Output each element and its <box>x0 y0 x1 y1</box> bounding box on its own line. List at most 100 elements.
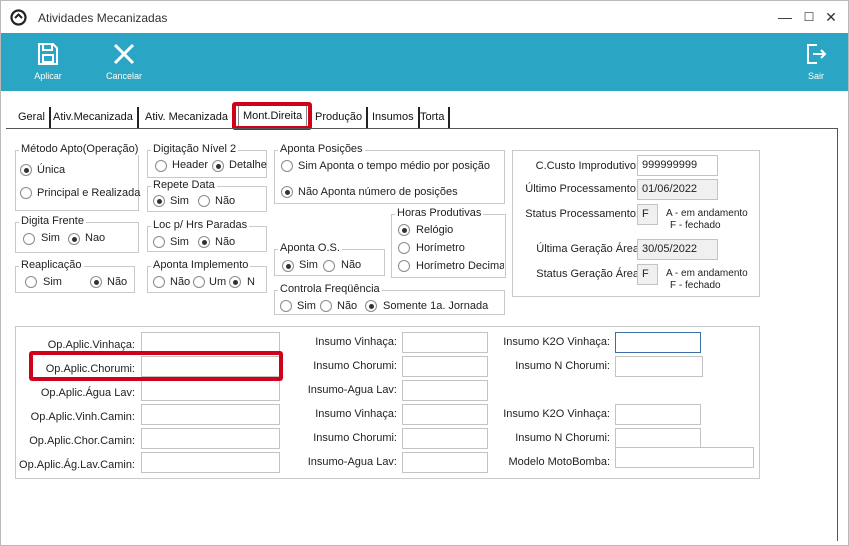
status-proc-legend-f: F - fechado <box>670 220 721 231</box>
modelo-motobomba-field[interactable] <box>615 447 754 468</box>
metodo-caption: Método Apto(Operação) <box>19 143 141 155</box>
reaplicacao-nao-radio[interactable] <box>90 276 102 288</box>
horas-decimal-label: Horímetro Decimal <box>416 260 504 272</box>
aponta-os-group: Aponta O.S. Sim Não <box>274 242 385 276</box>
exit-label: Sair <box>807 71 824 81</box>
aponta-pos-sim-label: Sim Aponta o tempo médio por posição <box>298 160 491 172</box>
digitacao-detalhe-radio[interactable] <box>212 160 224 172</box>
aponta-impl-um-label: Um <box>209 276 227 288</box>
horas-horimetro-radio[interactable] <box>398 242 410 254</box>
loc-paradas-caption: Loc p/ Hrs Paradas <box>151 219 250 231</box>
cancel-button[interactable]: Cancelar <box>99 33 149 91</box>
horas-decimal-radio[interactable] <box>398 260 410 272</box>
insumo-agua-lav-label: Insumo-Agua Lav: <box>307 384 397 396</box>
horas-produtivas-group: Horas Produtivas Relógio Horímetro Horím… <box>391 207 506 278</box>
ult-ger-field: 30/05/2022 <box>637 239 718 260</box>
tab-producao[interactable]: Produção <box>311 107 369 128</box>
digita-frente-sim-radio[interactable] <box>23 233 35 245</box>
toolbar: Aplicar Cancelar Sair <box>1 33 848 91</box>
loc-nao-radio[interactable] <box>198 236 210 248</box>
aponta-os-sim-radio[interactable] <box>282 260 294 272</box>
tab-torta[interactable]: Torta <box>416 107 451 128</box>
digitacao-detalhe-label: Detalhe <box>229 159 267 171</box>
ccusto-field[interactable]: 999999999 <box>637 155 718 176</box>
insumo-vinhaca-2-field[interactable] <box>402 404 488 425</box>
insumo-agua-lav-2-field[interactable] <box>402 452 488 473</box>
tab-insumos[interactable]: Insumos <box>368 107 420 128</box>
controla-nao-radio[interactable] <box>320 300 332 312</box>
exit-button[interactable]: Sair <box>791 33 841 91</box>
insumo-vinhaca-field[interactable] <box>402 332 488 353</box>
op-vinh-camin-label: Op.Aplic.Vinh.Camin: <box>30 411 135 423</box>
status-ger-legend-a: A - em andamento <box>666 268 748 279</box>
status-ger-legend-f: F - fechado <box>670 280 721 291</box>
aponta-pos-nao-label: Não Aponta número de posições <box>298 186 458 198</box>
aponta-impl-n-radio[interactable] <box>229 276 241 288</box>
digitacao-header-radio[interactable] <box>155 160 167 172</box>
exit-icon <box>807 44 827 64</box>
app-window: Atividades Mecanizadas — ☐ ✕ Aplicar Can… <box>0 0 849 546</box>
status-proc-field: F <box>637 204 658 225</box>
ccusto-label: C.Custo Improdutivo: <box>535 160 639 172</box>
repete-sim-radio[interactable] <box>153 195 165 207</box>
controla-nao-label: Não <box>337 300 358 312</box>
horas-produtivas-caption: Horas Produtivas <box>395 207 484 219</box>
aponta-implemento-group: Aponta Implemento Não Um N <box>147 259 267 293</box>
aponta-posicoes-caption: Aponta Posições <box>278 143 365 155</box>
digita-frente-caption: Digita Frente <box>19 215 86 227</box>
insumo-agua-lav-2-label: Insumo-Agua Lav: <box>307 456 397 468</box>
aponta-impl-um-radio[interactable] <box>193 276 205 288</box>
tab-ativ-mecanizada-2[interactable]: Ativ. Mecanizada <box>141 107 234 128</box>
aponta-pos-nao-radio[interactable] <box>281 186 293 198</box>
insumo-n-chorumi-2-field[interactable] <box>615 428 701 449</box>
op-vinhaca-field[interactable] <box>141 332 280 353</box>
op-agua-lav-field[interactable] <box>141 380 280 401</box>
horas-relogio-radio[interactable] <box>398 224 410 236</box>
close-icon[interactable]: ✕ <box>821 7 841 27</box>
repete-nao-radio[interactable] <box>198 195 210 207</box>
metodo-principal-label: Principal e Realizada <box>37 187 141 199</box>
loc-nao-label: Não <box>215 236 236 248</box>
metodo-unica-radio[interactable] <box>20 164 32 176</box>
metodo-group: Método Apto(Operação) Única Principal e … <box>15 143 141 211</box>
loc-paradas-group: Loc p/ Hrs Paradas Sim Não <box>147 219 267 252</box>
insumo-agua-lav-field[interactable] <box>402 380 488 401</box>
insumo-k2o-vinhaca-2-label: Insumo K2O Vinhaça: <box>503 408 610 420</box>
tab-geral[interactable]: Geral <box>14 107 51 128</box>
aponta-os-nao-radio[interactable] <box>323 260 335 272</box>
insumo-n-chorumi-field[interactable] <box>615 356 703 377</box>
maximize-icon[interactable]: ☐ <box>799 7 819 27</box>
controla-sim-radio[interactable] <box>280 300 292 312</box>
controla-sim-label: Sim <box>297 300 316 312</box>
controla-somente-radio[interactable] <box>365 300 377 312</box>
insumo-k2o-vinhaca-field[interactable] <box>615 332 701 353</box>
apply-button[interactable]: Aplicar <box>23 33 73 91</box>
op-vinh-camin-field[interactable] <box>141 404 280 425</box>
reaplicacao-sim-radio[interactable] <box>25 276 37 288</box>
digitacao-group: Digitação Nível 2 Header Detalhe <box>147 143 267 178</box>
digita-frente-nao-radio[interactable] <box>68 233 80 245</box>
insumo-chorumi-label: Insumo Chorumi: <box>313 360 397 372</box>
insumo-chorumi-field[interactable] <box>402 356 488 377</box>
metodo-unica-label: Única <box>37 164 66 176</box>
repete-nao-label: Não <box>215 195 236 207</box>
op-chor-camin-field[interactable] <box>141 428 280 449</box>
window-title: Atividades Mecanizadas <box>38 11 168 25</box>
digitacao-caption: Digitação Nível 2 <box>151 143 239 155</box>
aponta-impl-nao-radio[interactable] <box>153 276 165 288</box>
insumo-k2o-vinhaca-2-field[interactable] <box>615 404 701 425</box>
ult-proc-label: Último Processamento: <box>525 183 639 195</box>
metodo-principal-radio[interactable] <box>20 187 32 199</box>
aponta-pos-sim-radio[interactable] <box>281 160 293 172</box>
tab-ativ-mecanizada[interactable]: Ativ.Mecanizada <box>49 107 139 128</box>
aponta-impl-nao-label: Não <box>170 276 191 288</box>
aponta-implemento-caption: Aponta Implemento <box>151 259 251 271</box>
minimize-icon[interactable]: — <box>775 7 795 27</box>
insumo-k2o-vinhaca-label: Insumo K2O Vinhaça: <box>503 336 610 348</box>
app-logo-icon <box>10 9 27 26</box>
op-ag-lav-camin-field[interactable] <box>141 452 280 473</box>
insumo-chorumi-2-field[interactable] <box>402 428 488 449</box>
loc-sim-radio[interactable] <box>153 236 165 248</box>
reaplicacao-nao-label: Não <box>107 276 128 288</box>
ult-ger-label: Última Geração Área <box>536 243 639 255</box>
